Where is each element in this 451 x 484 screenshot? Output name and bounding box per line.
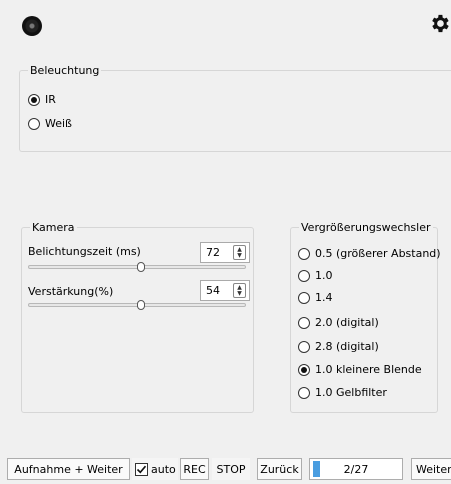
capture-next-button[interactable]: Aufnahme + Weiter: [7, 458, 130, 480]
radio-zoom-1-0-gelbfilter[interactable]: 1.0 Gelbfilter: [298, 386, 387, 399]
rec-button[interactable]: REC: [180, 458, 209, 480]
auto-checkbox[interactable]: auto: [132, 458, 178, 480]
beleuchtung-group: Beleuchtung: [19, 64, 451, 152]
exposure-label: Belichtungszeit (ms): [28, 245, 141, 258]
vergroesserung-legend: Vergrößerungswechsler: [301, 221, 431, 234]
radio-zoom-1-0-label: 1.0: [315, 269, 333, 282]
auto-checkbox-box: [135, 462, 148, 476]
gain-slider-thumb[interactable]: [137, 300, 146, 310]
gear-icon[interactable]: [428, 12, 451, 35]
radio-zoom-1-0-gelbfilter-label: 1.0 Gelbfilter: [315, 386, 387, 399]
radio-zoom-0-5[interactable]: 0.5 (größerer Abstand): [298, 247, 441, 260]
exposure-slider-thumb[interactable]: [137, 262, 146, 272]
gain-slider[interactable]: [28, 298, 246, 312]
stop-button[interactable]: STOP: [212, 458, 250, 480]
radio-zoom-2-0-label: 2.0 (digital): [315, 316, 379, 329]
radio-zoom-2-8[interactable]: 2.8 (digital): [298, 340, 379, 353]
beleuchtung-legend: Beleuchtung: [30, 64, 100, 77]
gain-value: 54: [206, 284, 220, 297]
radio-ir-indicator: [28, 93, 40, 106]
kamera-legend: Kamera: [32, 221, 75, 234]
radio-zoom-1-0[interactable]: 1.0: [298, 269, 333, 282]
radio-zoom-2-0[interactable]: 2.0 (digital): [298, 316, 379, 329]
radio-weiss[interactable]: Weiß: [28, 117, 72, 130]
next-button[interactable]: Weiter: [411, 458, 451, 480]
radio-zoom-2-8-label: 2.8 (digital): [315, 340, 379, 353]
image-counter: 2/27: [309, 458, 403, 480]
radio-zoom-2-0-indicator: [298, 316, 310, 329]
image-counter-progress: [313, 461, 320, 477]
radio-zoom-1-4-label: 1.4: [315, 291, 333, 304]
radio-zoom-2-8-indicator: [298, 340, 310, 353]
radio-ir[interactable]: IR: [28, 93, 56, 106]
exposure-value: 72: [206, 246, 220, 259]
radio-zoom-1-0-blende-label: 1.0 kleinere Blende: [315, 363, 422, 376]
camera-lens-icon: [22, 16, 42, 36]
radio-zoom-1-0-gelbfilter-indicator: [298, 386, 310, 399]
radio-weiss-indicator: [28, 117, 40, 130]
radio-weiss-label: Weiß: [45, 117, 72, 130]
auto-label: auto: [151, 462, 176, 476]
gain-label: Verstärkung(%): [28, 285, 114, 298]
radio-zoom-1-4-indicator: [298, 291, 310, 304]
radio-ir-label: IR: [45, 93, 56, 106]
exposure-spin-arrows-icon[interactable]: ▲ ▼: [233, 245, 246, 260]
radio-zoom-1-0-blende-indicator: [298, 363, 310, 376]
image-counter-text: 2/27: [343, 462, 369, 476]
back-button[interactable]: Zurück: [257, 458, 302, 480]
gain-spin-arrows-icon[interactable]: ▲ ▼: [233, 283, 246, 298]
radio-zoom-0-5-indicator: [298, 247, 310, 260]
exposure-slider[interactable]: [28, 260, 246, 274]
radio-zoom-1-0-blende[interactable]: 1.0 kleinere Blende: [298, 363, 422, 376]
radio-zoom-1-0-indicator: [298, 269, 310, 282]
radio-zoom-1-4[interactable]: 1.4: [298, 291, 333, 304]
radio-zoom-0-5-label: 0.5 (größerer Abstand): [315, 247, 441, 260]
